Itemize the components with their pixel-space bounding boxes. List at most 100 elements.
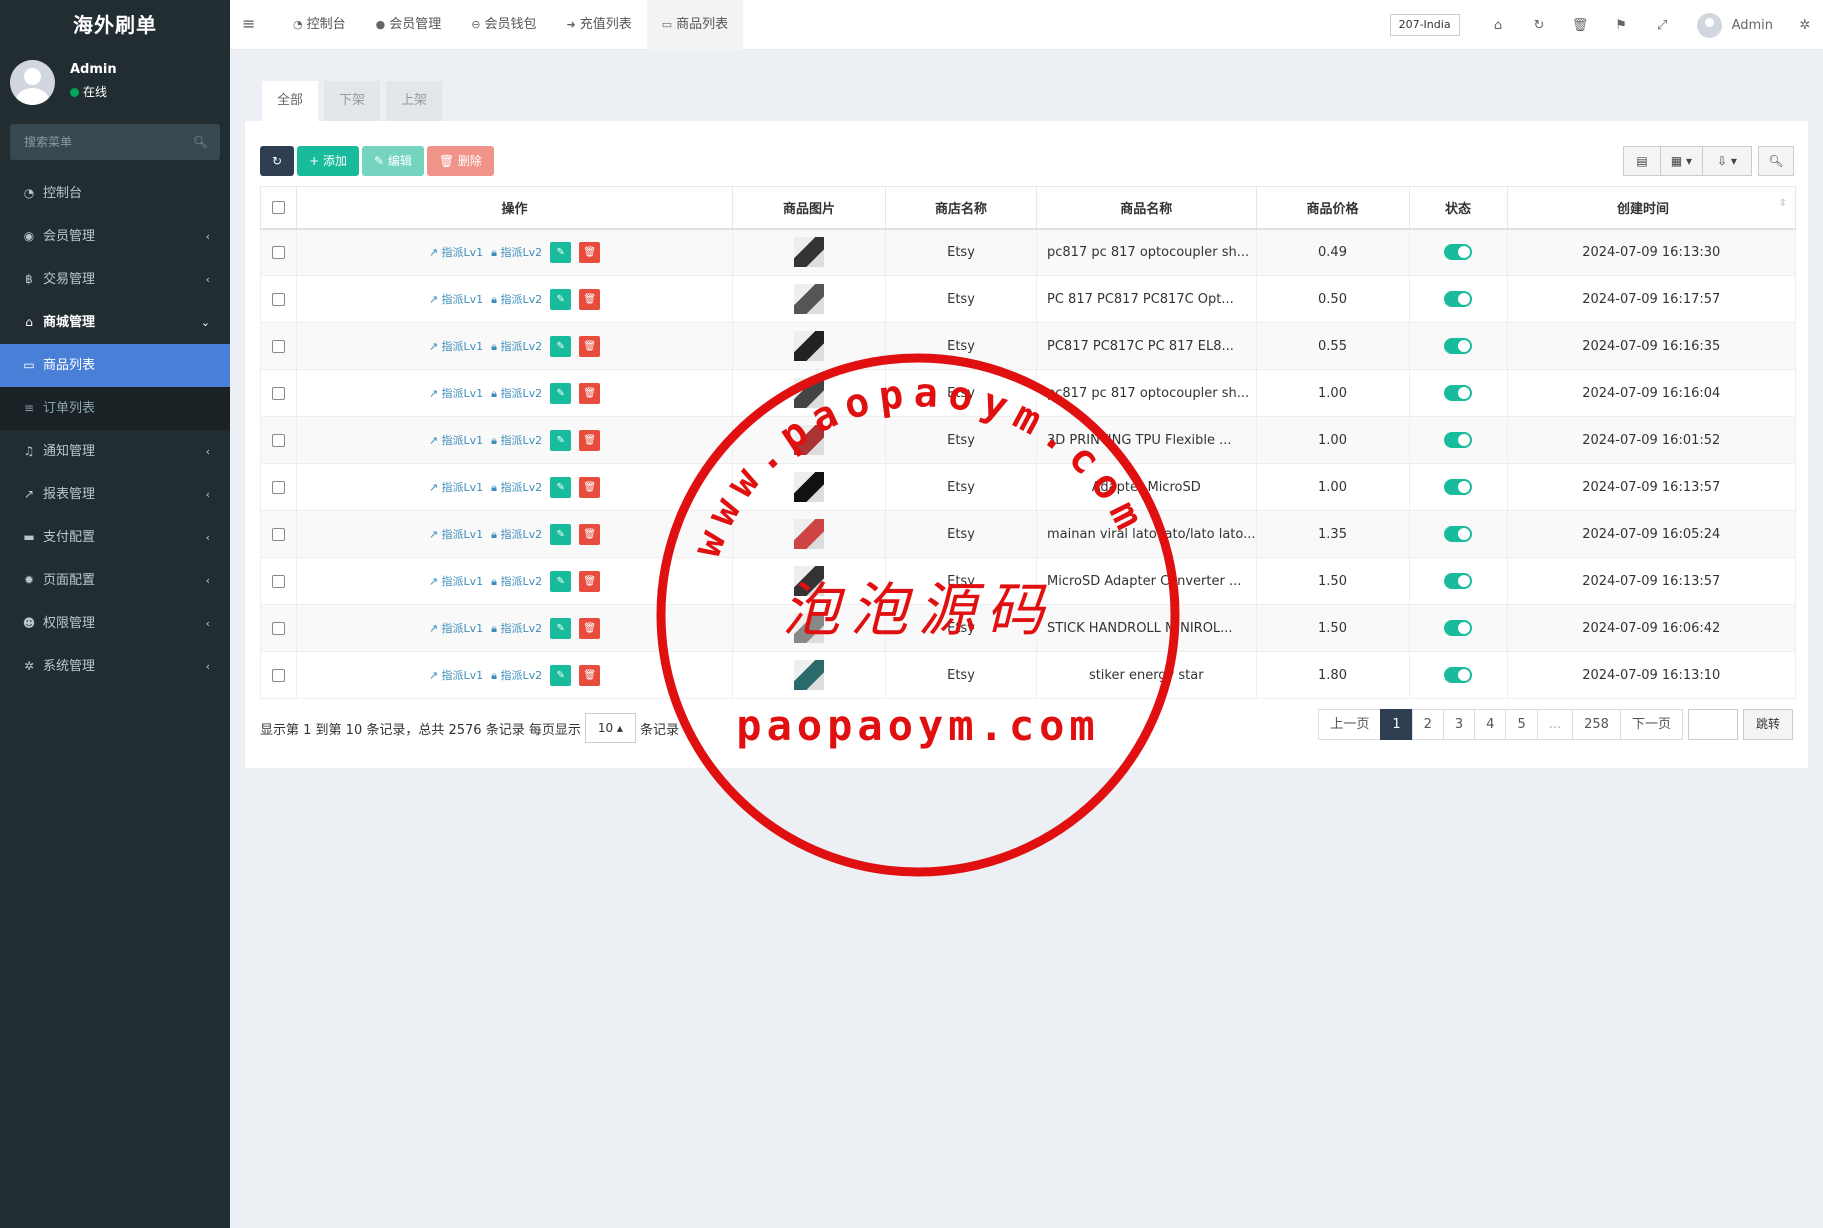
col-created-time[interactable]: 创建时间 ⇕: [1506, 186, 1797, 230]
sidebar-item-order-list[interactable]: ≡ 订单列表: [0, 387, 230, 430]
status-toggle[interactable]: [1444, 573, 1473, 589]
refresh-button[interactable]: ↻: [260, 146, 295, 176]
row-checkbox[interactable]: [272, 386, 285, 400]
edit-icon[interactable]: ✎: [550, 664, 572, 686]
assign-lv1-link[interactable]: ↗ 指派Lv1: [429, 620, 483, 636]
assign-lv2-link[interactable]: 🔒︎ 指派Lv2: [491, 338, 542, 354]
edit-button[interactable]: ✎ 编辑: [361, 146, 424, 176]
trash-icon[interactable]: 🗑︎: [579, 476, 601, 498]
assign-lv1-link[interactable]: ↗ 指派Lv1: [429, 244, 483, 260]
jump-page-input[interactable]: [1687, 709, 1738, 740]
page-3[interactable]: 3: [1442, 709, 1476, 740]
page-4[interactable]: 4: [1474, 709, 1507, 740]
sidebar-item-system[interactable]: ✲ 系统管理 ‹: [0, 645, 230, 688]
table-row[interactable]: ↗ 指派Lv1 🔒︎ 指派Lv2 ✎ 🗑︎ Etsy pc817 pc 817 optoc…: [260, 228, 1797, 276]
col-actions[interactable]: 操作: [296, 186, 733, 230]
status-toggle[interactable]: [1444, 526, 1473, 542]
jump-button[interactable]: 跳转: [1742, 709, 1793, 740]
row-checkbox[interactable]: [272, 574, 285, 588]
assign-lv2-link[interactable]: 🔒︎ 指派Lv2: [491, 573, 542, 589]
status-toggle[interactable]: [1444, 385, 1473, 401]
sidebar-item-report[interactable]: ↗ 报表管理 ‹: [0, 473, 230, 516]
product-thumbnail[interactable]: [794, 566, 824, 596]
product-thumbnail[interactable]: [794, 660, 824, 690]
gears-icon[interactable]: ✲: [1793, 18, 1817, 33]
tab-members[interactable]: ● 会员管理: [361, 0, 457, 50]
trash-icon[interactable]: 🗑︎: [579, 288, 601, 310]
assign-lv2-link[interactable]: 🔒︎ 指派Lv2: [491, 479, 542, 495]
trash-icon[interactable]: 🗑︎: [579, 523, 601, 545]
export-button[interactable]: ⇩ ▾: [1702, 146, 1752, 176]
columns-button[interactable]: ▦ ▾: [1660, 146, 1703, 176]
edit-icon[interactable]: ✎: [550, 288, 572, 310]
edit-icon[interactable]: ✎: [550, 570, 572, 592]
assign-lv2-link[interactable]: 🔒︎ 指派Lv2: [491, 620, 542, 636]
assign-lv2-link[interactable]: 🔒︎ 指派Lv2: [491, 291, 542, 307]
row-checkbox[interactable]: [272, 433, 285, 447]
tab-product-list[interactable]: ▭ 商品列表: [646, 0, 744, 50]
page-1[interactable]: 1: [1380, 709, 1413, 740]
header-user[interactable]: Admin: [1696, 12, 1773, 38]
col-product-name[interactable]: 商品名称: [1036, 186, 1257, 230]
product-thumbnail[interactable]: [794, 378, 824, 408]
product-thumbnail[interactable]: [794, 237, 824, 268]
menu-toggle-icon[interactable]: ≡: [242, 14, 255, 33]
page-size-select[interactable]: 10 ▴: [584, 713, 636, 743]
tab-all[interactable]: 全部: [262, 81, 319, 121]
sidebar-item-dashboard[interactable]: ◔ 控制台: [0, 172, 230, 215]
menu-search-input[interactable]: [10, 124, 190, 160]
assign-lv2-link[interactable]: 🔒︎ 指派Lv2: [491, 244, 542, 260]
status-toggle[interactable]: [1444, 291, 1473, 307]
sidebar-item-notify[interactable]: ♫ 通知管理 ‹: [0, 430, 230, 473]
assign-lv1-link[interactable]: ↗ 指派Lv1: [429, 291, 483, 307]
select-all-checkbox[interactable]: [272, 200, 285, 214]
sidebar-item-product-list[interactable]: ▭ 商品列表: [0, 344, 230, 387]
status-toggle[interactable]: [1444, 244, 1473, 261]
assign-lv2-link[interactable]: 🔒︎ 指派Lv2: [491, 432, 542, 448]
sidebar-item-page-config[interactable]: ✹ 页面配置 ‹: [0, 559, 230, 602]
assign-lv1-link[interactable]: ↗ 指派Lv1: [429, 479, 483, 495]
search-button[interactable]: 🔍︎: [1758, 146, 1794, 176]
trash-icon[interactable]: 🗑︎: [579, 429, 601, 451]
edit-icon[interactable]: ✎: [550, 335, 572, 357]
assign-lv1-link[interactable]: ↗ 指派Lv1: [429, 667, 483, 683]
status-toggle[interactable]: [1444, 479, 1473, 495]
region-selector[interactable]: 207-India: [1389, 14, 1460, 36]
translate-icon[interactable]: ⚑: [1601, 18, 1642, 33]
tab-off-shelf[interactable]: 下架: [324, 81, 381, 121]
trash-icon[interactable]: 🗑︎: [579, 335, 601, 357]
col-shop[interactable]: 商店名称: [885, 186, 1037, 230]
page-258[interactable]: 258: [1572, 709, 1621, 740]
trash-icon[interactable]: 🗑︎: [1560, 18, 1601, 33]
table-row[interactable]: ↗ 指派Lv1 🔒︎ 指派Lv2 ✎ 🗑︎ Etsy stiker energy star…: [260, 651, 1797, 699]
page-2[interactable]: 2: [1411, 709, 1444, 740]
product-thumbnail[interactable]: [794, 425, 824, 455]
col-status[interactable]: 状态: [1408, 186, 1508, 230]
status-toggle[interactable]: [1444, 338, 1473, 354]
tab-recharge[interactable]: ➜ 充值列表: [551, 0, 646, 50]
row-checkbox[interactable]: [272, 527, 285, 541]
next-page-button[interactable]: 下一页: [1619, 709, 1683, 740]
row-checkbox[interactable]: [272, 668, 285, 682]
assign-lv1-link[interactable]: ↗ 指派Lv1: [429, 526, 483, 542]
sidebar-item-permission[interactable]: ☻ 权限管理 ‹: [0, 602, 230, 645]
product-thumbnail[interactable]: [794, 519, 824, 549]
row-checkbox[interactable]: [272, 339, 285, 353]
table-row[interactable]: ↗ 指派Lv1 🔒︎ 指派Lv2 ✎ 🗑︎ Etsy 3D PRINTING TPU Fl…: [260, 416, 1797, 464]
trash-icon[interactable]: 🗑︎: [579, 241, 601, 263]
sidebar-item-payment[interactable]: ▬ 支付配置 ‹: [0, 516, 230, 559]
table-row[interactable]: ↗ 指派Lv1 🔒︎ 指派Lv2 ✎ 🗑︎ Etsy mainan viral lato …: [260, 510, 1797, 558]
tab-on-shelf[interactable]: 上架: [386, 81, 443, 121]
status-toggle[interactable]: [1444, 667, 1473, 683]
row-checkbox[interactable]: [272, 621, 285, 635]
table-row[interactable]: ↗ 指派Lv1 🔒︎ 指派Lv2 ✎ 🗑︎ Etsy PC817 PC817C PC 81…: [260, 322, 1797, 370]
brand-logo[interactable]: 海外刷单: [0, 0, 230, 50]
refresh-icon[interactable]: ↻: [1519, 18, 1560, 33]
sidebar-item-mall[interactable]: ⌂ 商城管理 ⌄: [0, 301, 230, 344]
edit-icon[interactable]: ✎: [550, 523, 572, 545]
product-thumbnail[interactable]: [794, 613, 824, 643]
assign-lv1-link[interactable]: ↗ 指派Lv1: [429, 573, 483, 589]
page-5[interactable]: 5: [1505, 709, 1538, 740]
toggle-view-button[interactable]: ▤: [1623, 146, 1661, 176]
row-checkbox[interactable]: [272, 292, 285, 306]
